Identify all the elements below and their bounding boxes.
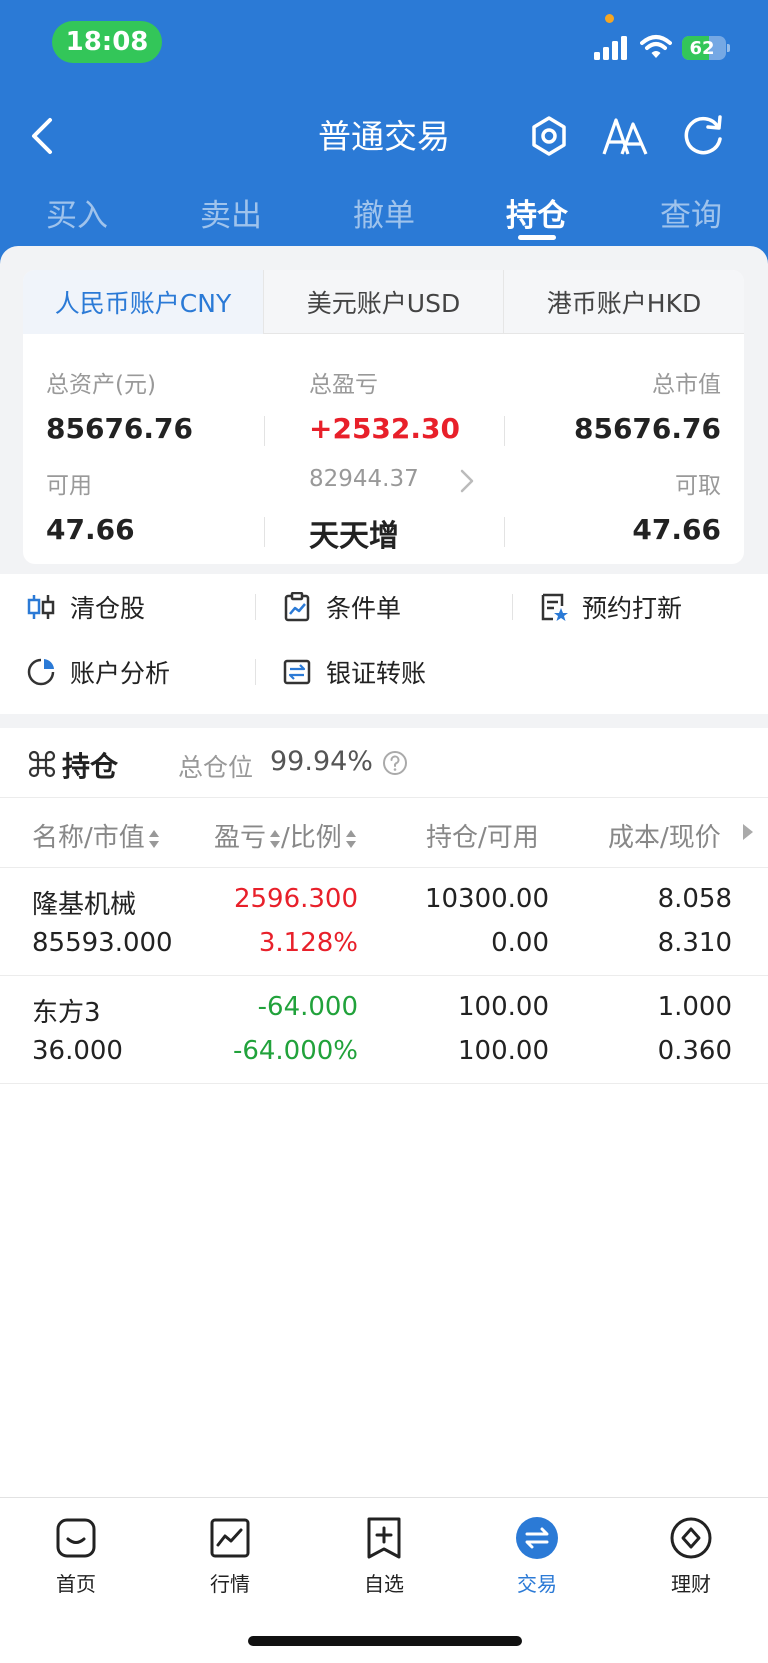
withdrawable-value: 47.66 <box>632 513 721 546</box>
middle-product-name[interactable]: 天天增 <box>309 511 399 555</box>
sort-profit-loss[interactable]: 盈亏/比例 <box>214 817 357 854</box>
sort-icon <box>270 829 281 848</box>
nav-home[interactable]: 首页 <box>16 1516 136 1597</box>
shortcut-account-analysis[interactable]: 账户分析 <box>26 652 170 692</box>
available-label: 可用 <box>46 473 92 499</box>
tab-holdings[interactable]: 持仓 <box>477 190 597 235</box>
holdings-column-header: 名称/市值 盈亏/比例 持仓/可用 成本/现价 <box>0 798 768 868</box>
battery-icon: 62 <box>682 36 730 60</box>
withdrawable-label: 可取 <box>675 473 721 499</box>
stock-available: 100.00 <box>458 1036 549 1066</box>
shortcut-clear-position[interactable]: 清仓股 <box>26 587 145 627</box>
column-holding-available: 持仓/可用 <box>426 823 539 853</box>
stock-name: 隆基机械 <box>32 890 137 920</box>
position-ratio-label: 总仓位 <box>178 753 254 782</box>
table-row[interactable]: 隆基机械 85593.000 2596.300 3.128% 10300.00 … <box>0 868 768 976</box>
market-value-value: 85676.76 <box>573 412 721 445</box>
stock-cost: 1.000 <box>657 992 732 1022</box>
total-pl-value: +2532.30 <box>309 412 460 445</box>
wealth-icon <box>670 1517 712 1559</box>
stock-name: 东方3 <box>32 998 101 1028</box>
total-assets-value: 85676.76 <box>46 412 194 445</box>
home-icon <box>56 1518 96 1558</box>
stock-cost: 8.058 <box>657 884 732 914</box>
shortcut-label: 账户分析 <box>70 659 171 688</box>
market-chart-icon <box>210 1518 250 1558</box>
available-value: 47.66 <box>46 513 135 546</box>
holdings-title: 持仓 <box>62 750 119 783</box>
pie-chart-icon <box>27 658 55 686</box>
stock-profit-ratio: 3.128% <box>258 928 358 958</box>
shortcut-ipo-reservation[interactable]: 预约打新 <box>538 587 682 627</box>
stock-market-value: 85593.000 <box>32 928 173 958</box>
trade-exchange-icon <box>516 1517 558 1559</box>
total-pl-label: 总盈亏 <box>309 372 378 398</box>
privacy-indicator-dot <box>605 14 614 23</box>
font-size-icon[interactable] <box>602 114 648 158</box>
shortcut-label: 银证转账 <box>326 659 427 688</box>
middle-amount[interactable]: 82944.37 <box>309 466 419 492</box>
nav-wealth[interactable]: 理财 <box>631 1516 751 1597</box>
wifi-icon <box>640 35 672 58</box>
tab-sell[interactable]: 卖出 <box>171 190 291 235</box>
shortcut-grid: 清仓股 条件单 预约打新 账户分析 银证转账 <box>0 574 768 714</box>
active-tab-indicator <box>518 235 556 240</box>
status-time: 18:08 <box>52 21 162 63</box>
shortcut-conditional-order[interactable]: 条件单 <box>282 587 401 627</box>
refresh-icon[interactable] <box>680 113 726 159</box>
stock-holding: 100.00 <box>458 992 549 1022</box>
shortcut-label: 清仓股 <box>70 594 146 623</box>
tab-cancel-order[interactable]: 撤单 <box>324 190 444 235</box>
shortcut-label: 条件单 <box>326 594 402 623</box>
scroll-right-icon[interactable] <box>743 824 753 840</box>
shortcut-bank-transfer[interactable]: 银证转账 <box>282 652 426 692</box>
stock-holding: 10300.00 <box>424 884 549 914</box>
sort-name-market-value[interactable]: 名称/市值 <box>32 817 160 854</box>
back-icon[interactable] <box>26 114 62 158</box>
clipboard-chart-icon <box>284 592 310 622</box>
total-assets-label: 总资产(元) <box>46 372 156 398</box>
nav-watchlist[interactable]: 自选 <box>324 1516 444 1597</box>
account-card: 人民币账户CNY 美元账户USD 港币账户HKD 总资产(元) 总盈亏 总市值 … <box>23 270 744 564</box>
tab-account-hkd[interactable]: 港币账户HKD <box>503 270 744 334</box>
tab-query[interactable]: 查询 <box>631 190 751 235</box>
transfer-icon <box>283 659 311 685</box>
command-icon <box>28 750 56 778</box>
stock-available: 0.00 <box>491 928 549 958</box>
candlestick-icon <box>27 595 55 619</box>
chevron-right-icon[interactable] <box>459 468 475 494</box>
settings-icon[interactable] <box>529 114 569 158</box>
stock-price: 8.310 <box>657 928 732 958</box>
home-indicator <box>248 1636 522 1646</box>
signal-icon <box>594 36 627 60</box>
stock-profit-loss: 2596.300 <box>233 884 358 914</box>
section-divider <box>0 714 768 728</box>
stock-profit-loss: -64.000 <box>257 992 358 1022</box>
tab-buy[interactable]: 买入 <box>17 190 137 235</box>
document-star-icon <box>541 593 568 621</box>
tab-account-cny[interactable]: 人民币账户CNY <box>23 270 263 334</box>
page-title: 普通交易 <box>318 117 450 156</box>
holdings-header: 持仓 总仓位 99.94% <box>0 728 768 798</box>
battery-percent: 62 <box>689 37 715 59</box>
nav-market[interactable]: 行情 <box>170 1516 290 1597</box>
position-ratio-value: 99.94% <box>270 746 373 777</box>
sort-icon <box>345 829 356 848</box>
shortcut-label: 预约打新 <box>582 594 683 623</box>
stock-profit-ratio: -64.000% <box>232 1036 358 1066</box>
table-row[interactable]: 东方3 36.000 -64.000 -64.000% 100.00 100.0… <box>0 976 768 1084</box>
trade-tabs: 买入 卖出 撤单 持仓 查询 <box>0 190 768 240</box>
nav-trade[interactable]: 交易 <box>477 1516 597 1597</box>
stock-market-value: 36.000 <box>32 1036 123 1066</box>
account-tabs: 人民币账户CNY 美元账户USD 港币账户HKD <box>23 270 744 334</box>
help-icon[interactable] <box>382 750 408 776</box>
column-cost-price: 成本/现价 <box>608 823 721 853</box>
bookmark-add-icon <box>367 1517 401 1559</box>
market-value-label: 总市值 <box>652 372 721 398</box>
tab-account-usd[interactable]: 美元账户USD <box>263 270 503 334</box>
sort-icon <box>148 829 159 848</box>
stock-price: 0.360 <box>657 1036 732 1066</box>
